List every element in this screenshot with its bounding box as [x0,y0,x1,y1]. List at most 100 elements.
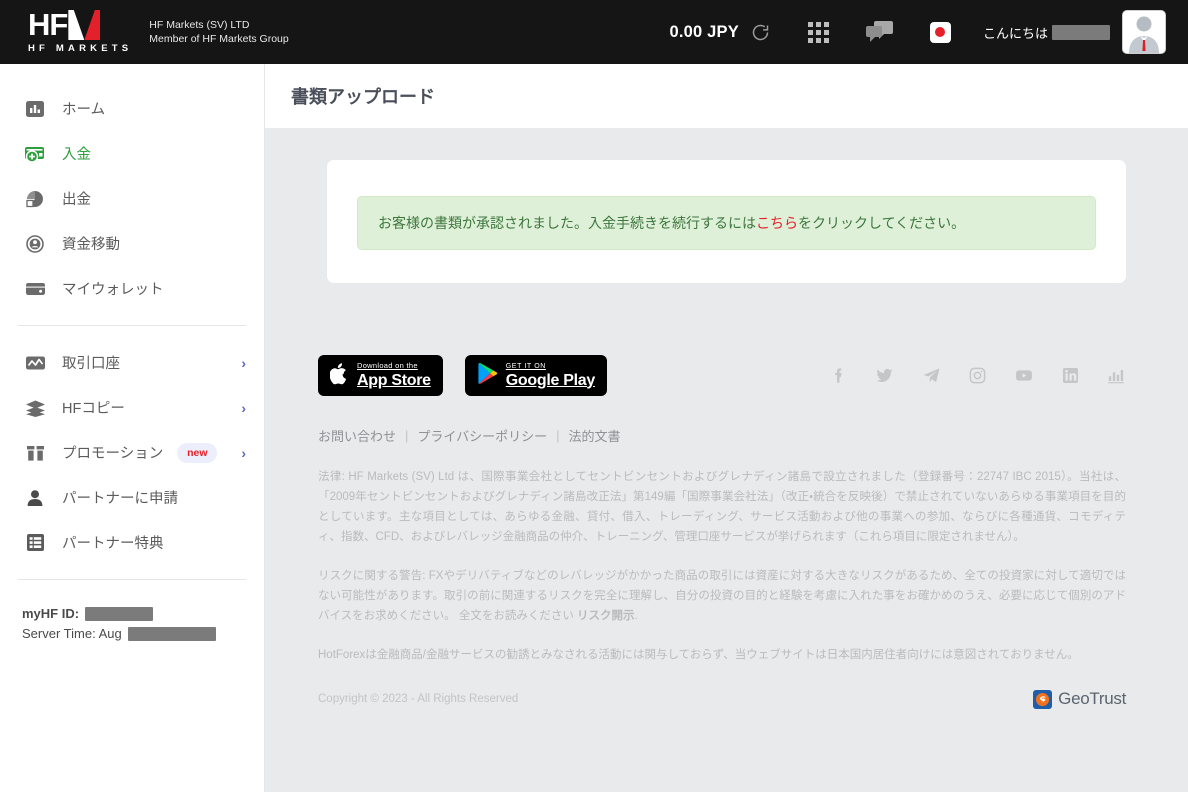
analytics-chart-icon[interactable] [1106,366,1126,385]
sidebar-item-my-wallet[interactable]: マイウォレット [0,266,264,311]
sidebar-item-become-partner[interactable]: パートナーに申請 [0,475,264,520]
transfer-circle-icon [22,234,48,254]
chevron-right-icon: › [241,399,246,416]
sidebar-item-home[interactable]: ホーム [0,86,264,131]
google-play-button[interactable]: GET IT ON Google Play [464,355,607,396]
telegram-icon[interactable] [921,366,942,385]
content-background: お客様の書類が承認されました。入金手続きを続行するにはこちらをクリックしてくださ… [265,128,1188,792]
logo-subtext: HF MARKETS [28,43,133,54]
sidebar-item-trading-accounts[interactable]: 取引口座 › [0,340,264,385]
risk-disclosure-link[interactable]: リスク開示 [577,610,635,622]
sidebar-item-promotions[interactable]: プロモーション new › [0,430,264,475]
copyright-text: Copyright © 2023 - All Rights Reserved [318,693,519,705]
google-play-icon [477,362,498,390]
flag-red-dot [935,27,946,37]
sidebar-item-label: パートナー特典 [62,536,164,552]
risk-text-after: . [634,610,638,622]
chat-bubbles-icon[interactable] [865,20,894,44]
chevron-right-icon: › [241,444,246,461]
wallet-icon [22,280,48,298]
sidebar-item-label: 資金移動 [62,237,120,253]
instagram-icon[interactable] [968,366,987,385]
sidebar-item-label: パートナーに申請 [62,491,178,507]
sidebar-item-label: ホーム [62,102,106,118]
brand-line-2: Member of HF Markets Group [149,33,289,45]
store-badges-row: Download on the App Store GET IT ON Goog… [318,355,1126,396]
footer-link-separator: | [405,428,409,443]
sidebar-item-label: 出金 [62,192,91,208]
myhf-id-row: myHF ID: [22,606,264,621]
copyright-row: Copyright © 2023 - All Rights Reserved G… [318,689,1126,709]
sidebar-item-label: HFコピー [62,401,125,417]
footer-links: お問い合わせ | プライバシーポリシー | 法的文書 [318,426,1126,445]
sidebar-item-partner-benefits[interactable]: パートナー特典 [0,520,264,565]
facebook-icon[interactable] [829,366,848,385]
brand-entity-text: HF Markets (SV) LTD Member of HF Markets… [149,18,288,46]
top-header-bar: HF HF MARKETS HF Markets (SV) LTD Member… [0,0,1188,64]
google-play-text: GET IT ON Google Play [506,363,595,389]
layers-icon [22,399,48,417]
geotrust-badge-icon [1033,689,1053,709]
alert-link-here[interactable]: こちら [756,215,798,231]
sidebar-divider-2 [18,579,246,580]
bar-chart-icon [22,99,48,119]
sidebar-item-label: マイウォレット [62,282,164,298]
main-content: 書類アップロード お客様の書類が承認されました。入金手続きを続行するにはこちらを… [265,64,1188,792]
person-icon [22,489,48,507]
server-time-label: Server Time: Aug [22,626,122,641]
username-redacted [1052,24,1110,40]
list-icon [22,533,48,552]
sidebar-item-label: 取引口座 [62,356,120,372]
geotrust-logo: GeoTrust [1033,689,1126,709]
google-play-big-text: Google Play [505,371,595,389]
sidebar-item-transfer[interactable]: 資金移動 [0,221,264,266]
avatar[interactable] [1122,10,1166,54]
myhf-id-label: myHF ID: [22,606,80,621]
app-store-small-text: Download on the [357,361,418,371]
youtube-icon[interactable] [1013,366,1035,385]
server-time-redacted [127,626,216,641]
sidebar-item-hf-copy[interactable]: HFコピー › [0,385,264,430]
hfm-logo: HF HF MARKETS [28,7,133,54]
app-store-button[interactable]: Download on the App Store [318,355,443,396]
sidebar-item-withdraw[interactable]: 出金 [0,176,264,221]
brand-area[interactable]: HF HF MARKETS HF Markets (SV) LTD Member… [0,7,289,54]
myhf-id-redacted [85,606,154,621]
brand-line-1: HF Markets (SV) LTD [149,19,250,31]
header-right-controls: 0.00 JPY こんにちは [669,10,1188,54]
legal-paragraph-jurisdiction: HotForexは金融商品/金融サービスの勧誘とみなされる活動には関与しておらず… [318,649,1079,661]
gift-icon [22,444,48,462]
apple-icon [329,362,349,390]
hfm-logo-mark: HF [28,7,101,42]
legal-paragraph-company: 法律: HF Markets (SV) Ltd は、国際事業会社としてセントビン… [318,471,1126,543]
footer-link-legal[interactable]: 法的文書 [569,426,621,445]
footer-link-privacy[interactable]: プライバシーポリシー [417,426,547,445]
refresh-icon[interactable] [750,22,771,43]
twitter-icon[interactable] [874,366,895,385]
logo-m-red-half [84,10,101,40]
linkedin-icon[interactable] [1061,366,1080,385]
page-root: HF HF MARKETS HF Markets (SV) LTD Member… [0,0,1188,792]
sidebar-item-label: 入金 [62,147,91,163]
chart-line-icon [22,354,48,372]
account-balance: 0.00 JPY [669,22,739,41]
google-play-small-text: GET IT ON [505,362,546,370]
sidebar-nav: ホーム 入金 出金 資金移動 マイウォレット 取引口座 › HFコピー › プロ… [0,64,265,792]
sidebar-divider-1 [18,325,246,326]
social-links [829,366,1126,385]
alert-text-before: お客様の書類が承認されました。入金手続きを続行するには [378,215,756,231]
apps-grid-icon[interactable] [807,21,829,43]
logo-text-hf: HF [28,7,68,42]
footer-link-contact[interactable]: お問い合わせ [318,426,396,445]
status-badge-new: new [177,442,218,463]
sidebar-item-deposit[interactable]: 入金 [0,131,264,176]
upload-status-card: お客様の書類が承認されました。入金手続きを続行するにはこちらをクリックしてくださ… [327,160,1126,283]
page-footer: Download on the App Store GET IT ON Goog… [265,283,1188,709]
server-time-row: Server Time: Aug [22,626,264,641]
logo-m-white-half [68,10,85,40]
legal-paragraph-risk: リスクに関する警告: FXやデリバティブなどのレバレッジがかかった商品の取引には… [318,566,1126,626]
alert-text-after: をクリックしてください。 [798,215,966,231]
status-alert-success: お客様の書類が承認されました。入金手続きを続行するにはこちらをクリックしてくださ… [357,196,1096,250]
greeting-area: こんにちは [983,23,1110,42]
japan-flag-icon[interactable] [929,21,951,43]
